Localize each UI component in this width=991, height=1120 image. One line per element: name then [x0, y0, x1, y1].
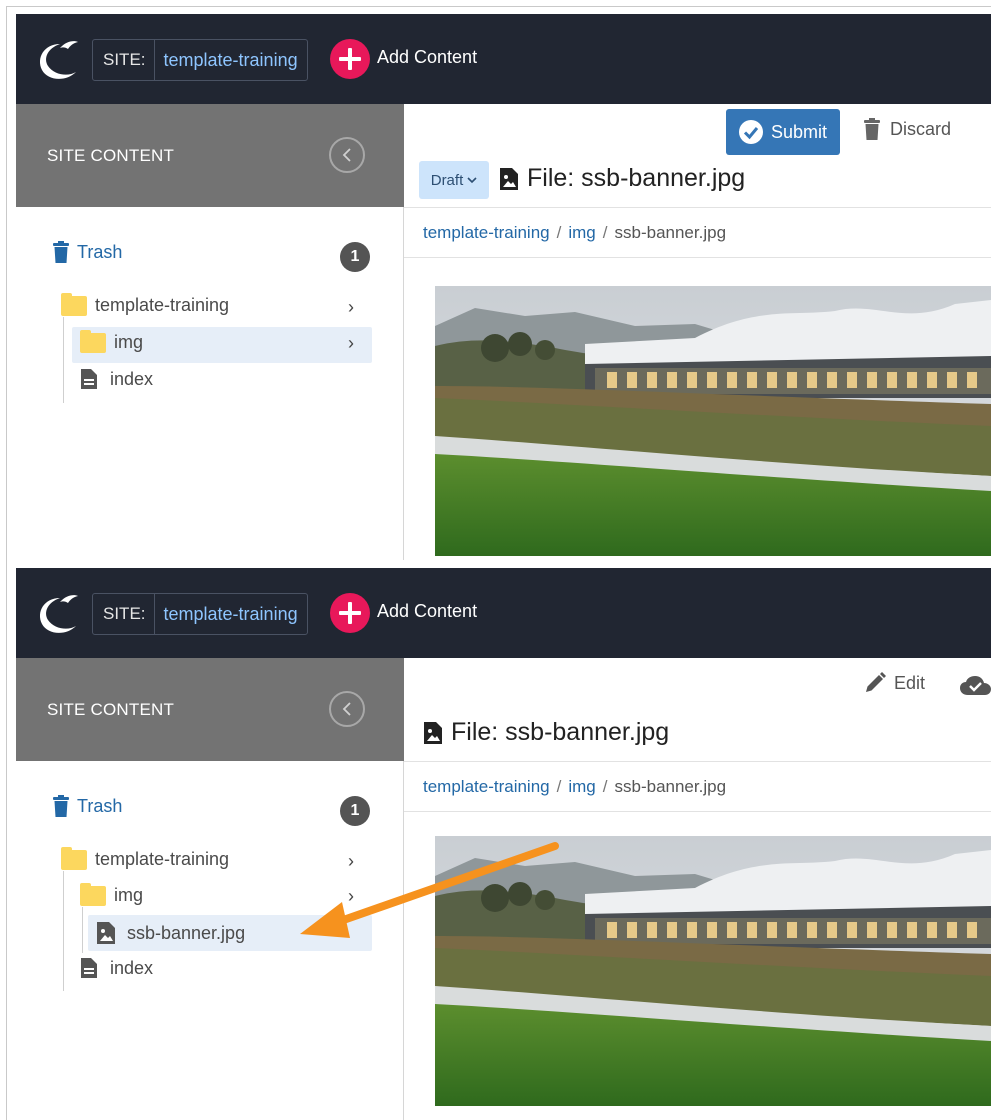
breadcrumb-separator: /: [602, 222, 608, 242]
page-title: File: ssb-banner.jpg: [499, 164, 745, 193]
chevron-down-icon: [467, 177, 477, 184]
breadcrumb-root-link[interactable]: template-training: [423, 223, 550, 243]
chevron-right-icon[interactable]: ›: [348, 297, 354, 318]
breadcrumb-separator: /: [602, 776, 608, 796]
file-text-icon: [81, 958, 97, 978]
check-circle-icon: [738, 120, 763, 144]
breadcrumb-current: ssb-banner.jpg: [614, 776, 727, 796]
moon-bird-logo[interactable]: [30, 588, 80, 638]
tree-item-label: template-training: [95, 849, 230, 869]
file-image-icon: [500, 167, 518, 190]
sidebar-title: SITE CONTENT: [47, 146, 175, 165]
trash-label: Trash: [77, 241, 123, 262]
banner-photo: [435, 286, 991, 556]
tree-item-template-training[interactable]: template-training: [61, 292, 230, 316]
sidebar-title: SITE CONTENT: [47, 700, 175, 719]
site-selector[interactable]: SITE: template-training: [92, 39, 308, 81]
site-name: template-training: [163, 49, 298, 70]
file-text-icon: [81, 369, 97, 389]
site-selector[interactable]: SITE: template-training: [92, 593, 308, 635]
chevron-left-circle-icon[interactable]: [329, 691, 365, 727]
trash-count-badge: 1: [340, 796, 370, 826]
sidebar-item-trash[interactable]: Trash: [53, 241, 122, 263]
sidebar-item-trash[interactable]: Trash: [53, 795, 122, 817]
trash-count-badge: 1: [340, 242, 370, 272]
folder-icon: [61, 292, 87, 316]
trash-icon: [864, 118, 880, 140]
file-image-icon: [424, 721, 442, 744]
tree-item-label: index: [110, 957, 154, 978]
breadcrumb: template-training / img / ssb-banner.jpg: [404, 208, 991, 258]
cloud-check-icon[interactable]: [960, 676, 991, 696]
trash-icon: [53, 241, 69, 263]
breadcrumb-separator: /: [556, 776, 562, 796]
tree-item-label: img: [114, 332, 144, 352]
tree-item-index[interactable]: index: [80, 368, 153, 390]
edit-button[interactable]: Edit: [864, 672, 925, 694]
edit-label: Edit: [894, 672, 926, 693]
folder-icon: [80, 329, 106, 353]
page-title-text: File: ssb-banner.jpg: [451, 718, 670, 746]
breadcrumb: template-training / img / ssb-banner.jpg: [404, 762, 991, 812]
page-title-text: File: ssb-banner.jpg: [527, 164, 746, 192]
breadcrumb-root-link[interactable]: template-training: [423, 777, 550, 797]
image-preview: [435, 286, 991, 556]
pencil-icon: [866, 672, 886, 692]
tree-item-img[interactable]: img: [80, 329, 144, 353]
tree-guide-line: [82, 907, 83, 953]
sidebar-header: SITE CONTENT: [16, 658, 404, 761]
content-toolbar: Submit Discard Draft File: ssb-banner.jp…: [404, 104, 991, 208]
site-name: template-training: [163, 603, 298, 624]
page-title: File: ssb-banner.jpg: [423, 718, 669, 747]
site-tree: Trash 1 template-training › img › index: [16, 207, 404, 560]
chevron-right-icon[interactable]: ›: [348, 333, 354, 354]
breadcrumb-current: ssb-banner.jpg: [614, 222, 727, 242]
screenshot-draft-state: SITE: template-training Add Content SITE…: [0, 6, 991, 560]
folder-icon: [80, 882, 106, 906]
draft-label: Draft: [430, 171, 464, 189]
chevron-left-circle-icon[interactable]: [329, 137, 365, 173]
sidebar-header: SITE CONTENT: [16, 104, 404, 207]
tree-item-img[interactable]: img: [80, 882, 144, 906]
site-label: SITE:: [93, 594, 155, 634]
top-bar: SITE: template-training Add Content: [16, 568, 991, 658]
tree-item-label: img: [114, 885, 144, 905]
breadcrumb-folder-link[interactable]: img: [568, 777, 595, 797]
file-image-icon: [97, 922, 115, 944]
discard-label: Discard: [890, 118, 952, 139]
draft-status-dropdown[interactable]: Draft: [419, 161, 489, 199]
trash-icon: [53, 795, 69, 817]
tree-item-label: index: [110, 368, 154, 389]
plus-circle-icon[interactable]: [330, 593, 370, 633]
submit-label: Submit: [770, 121, 828, 142]
breadcrumb-folder-link[interactable]: img: [568, 223, 595, 243]
tree-item-template-training[interactable]: template-training: [61, 846, 230, 870]
tree-guide-line: [63, 317, 64, 403]
tree-item-label: template-training: [95, 295, 230, 315]
tree-item-label: ssb-banner.jpg: [127, 922, 246, 943]
tree-item-index[interactable]: index: [80, 957, 153, 979]
content-toolbar: Edit File: ssb-banner.jpg: [404, 658, 991, 762]
plus-circle-icon[interactable]: [330, 39, 370, 79]
add-content-button[interactable]: Add Content: [377, 47, 477, 68]
tree-guide-line: [63, 871, 64, 991]
tree-item-ssb-banner[interactable]: ssb-banner.jpg: [96, 921, 245, 945]
breadcrumb-separator: /: [556, 222, 562, 242]
trash-label: Trash: [77, 795, 123, 816]
top-bar: SITE: template-training Add Content: [16, 14, 991, 104]
annotation-arrow: [300, 842, 559, 938]
submit-button[interactable]: Submit: [726, 109, 840, 155]
discard-button[interactable]: Discard: [864, 118, 951, 140]
site-label: SITE:: [93, 40, 155, 80]
moon-bird-logo[interactable]: [30, 34, 80, 84]
folder-icon: [61, 846, 87, 870]
add-content-button[interactable]: Add Content: [377, 601, 477, 622]
